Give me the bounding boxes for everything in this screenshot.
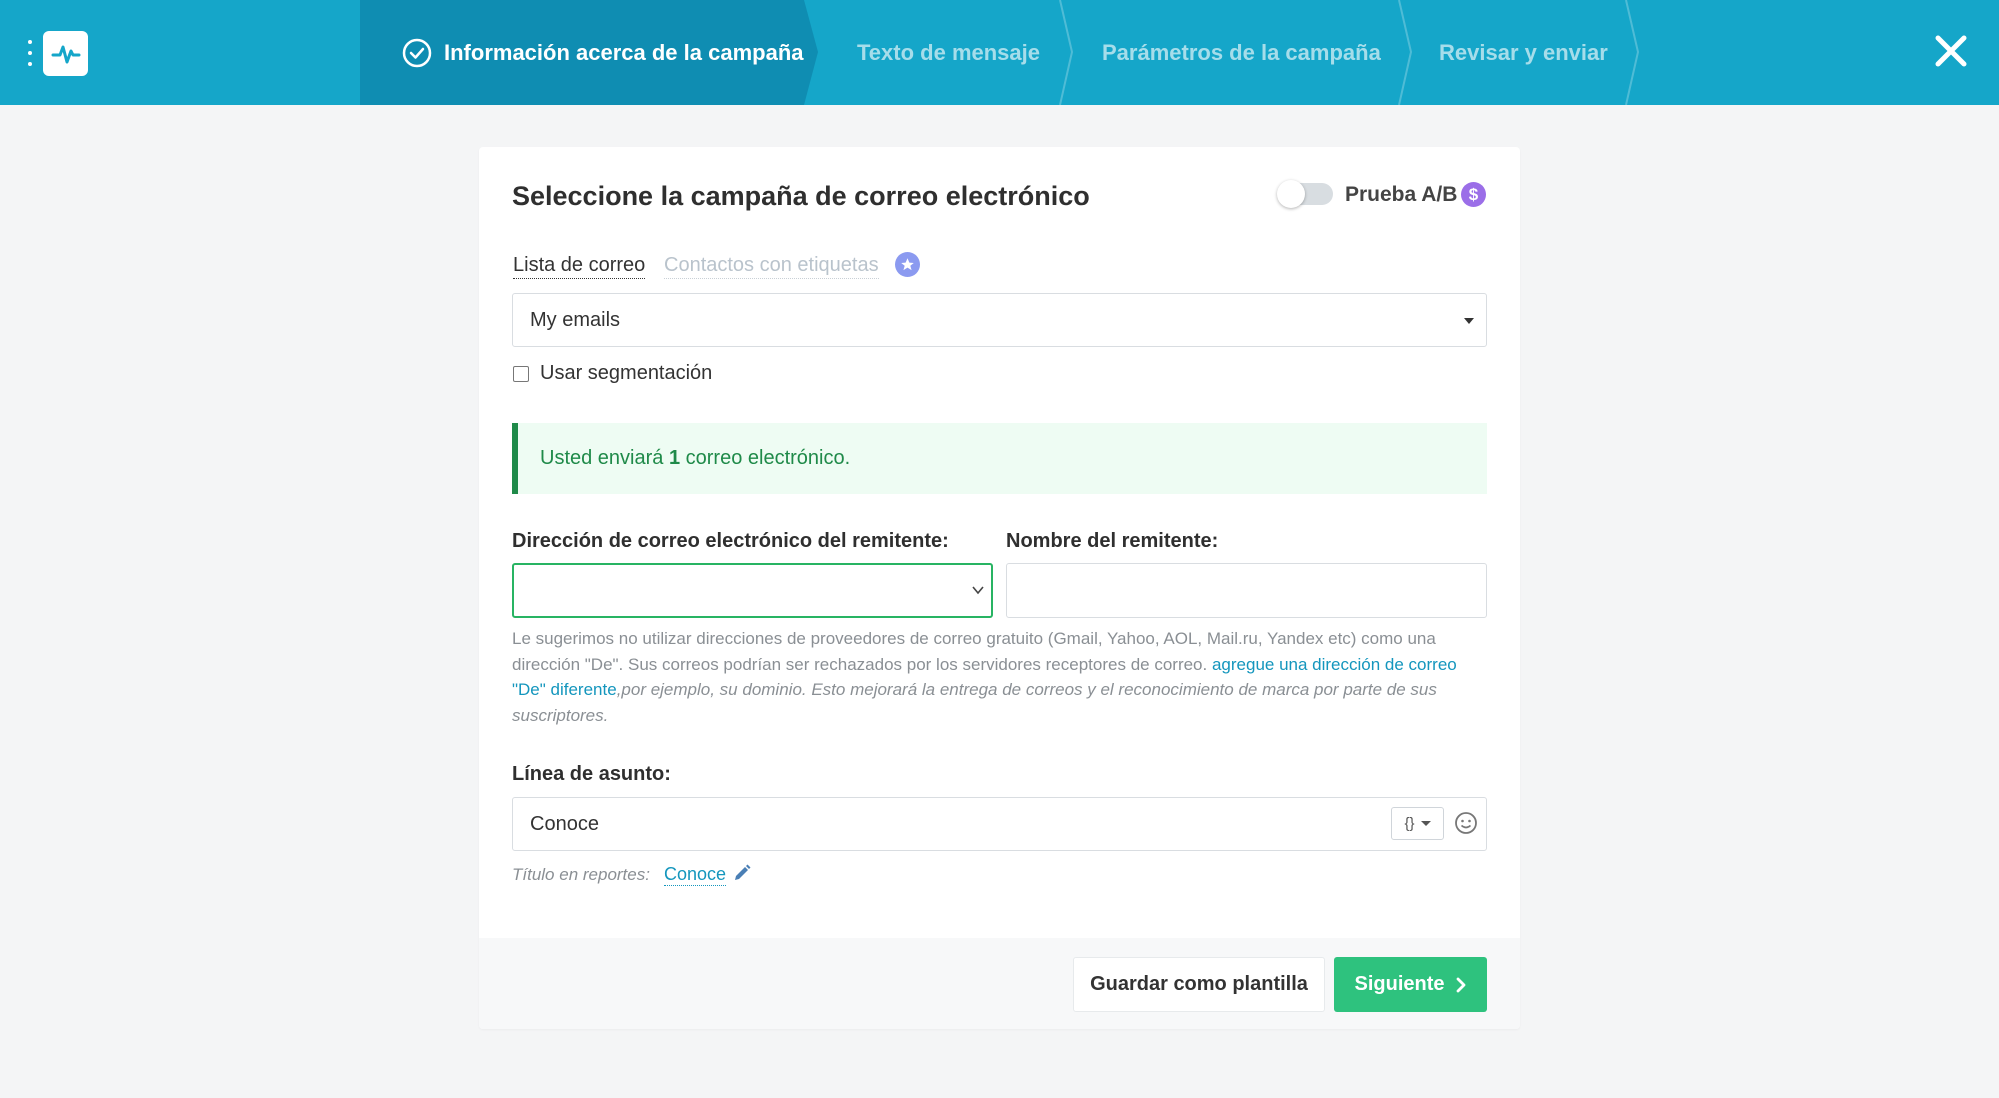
top-navigation-bar: Información acerca de la campaña Texto d… [0,0,1999,105]
caret-down-icon [1464,318,1474,324]
recipient-count-notice: Usted enviará 1 correo electrónico. [512,423,1487,494]
more-menu-icon[interactable] [26,40,34,66]
premium-star-icon [895,252,920,277]
check-circle-icon [402,38,432,67]
step-label: Revisar y enviar [1439,39,1608,65]
step-campaign-info[interactable]: Información acerca de la campaña [402,0,804,105]
tab-tagged-contacts[interactable]: Contactos con etiquetas [664,254,879,279]
step-message-text[interactable]: Texto de mensaje [857,0,1040,105]
next-label: Siguiente [1354,973,1445,995]
insert-variable-button[interactable]: {} [1391,807,1444,840]
sender-name-label: Nombre del remitente: [1006,530,1219,552]
emoji-icon[interactable] [1454,811,1478,835]
paid-feature-dollar-icon: $ [1461,182,1486,207]
ab-test-label: Prueba A/B [1345,183,1458,206]
mail-list-select[interactable]: My emails [512,293,1487,347]
step-review-send[interactable]: Revisar y enviar [1439,0,1608,105]
step-label: Información acerca de la campaña [444,39,804,65]
sender-name-input[interactable] [1006,563,1487,618]
sender-hint-text: Le sugerimos no utilizar direcciones de … [512,626,1492,728]
sender-email-select[interactable] [512,563,993,618]
mail-list-value: My emails [530,309,621,331]
chevron-down-icon [972,586,984,595]
subject-label: Línea de asunto: [512,763,671,785]
segmentation-label[interactable]: Usar segmentación [540,362,712,385]
notice-prefix: Usted enviará [540,447,669,469]
step-label: Texto de mensaje [857,39,1040,65]
tab-mail-list[interactable]: Lista de correo [513,254,646,279]
report-title-label: Título en reportes: [512,865,650,884]
campaign-info-card: Seleccione la campaña de correo electrón… [479,147,1520,1029]
report-title-link[interactable]: Conoce [664,864,727,886]
pulse-logo-icon[interactable] [43,31,88,76]
caret-down-icon [1420,821,1431,826]
pencil-icon[interactable] [732,863,752,883]
ab-test-toggle[interactable] [1277,180,1333,208]
step-separator [1398,0,1413,105]
subject-input[interactable]: Conoce {} [512,797,1487,851]
segmentation-checkbox[interactable] [513,366,529,382]
step-separator [1625,0,1640,105]
card-title: Seleccione la campaña de correo electrón… [512,181,1090,211]
step-campaign-params[interactable]: Parámetros de la campaña [1102,0,1381,105]
step-separator [1059,0,1074,105]
next-button[interactable]: Siguiente [1334,957,1487,1012]
hint-text-rest: ,por ejemplo, su dominio. Esto mejorará … [512,680,1437,725]
sender-email-label: Dirección de correo electrónico del remi… [512,530,949,552]
braces-icon: {} [1404,815,1415,832]
save-as-template-button[interactable]: Guardar como plantilla [1073,957,1325,1012]
subject-value: Conoce [530,813,599,835]
close-icon[interactable] [1934,34,1968,68]
notice-suffix: correo electrónico. [680,447,851,469]
notice-count: 1 [668,447,681,469]
step-label: Parámetros de la campaña [1102,39,1381,65]
chevron-right-icon [1456,977,1465,992]
